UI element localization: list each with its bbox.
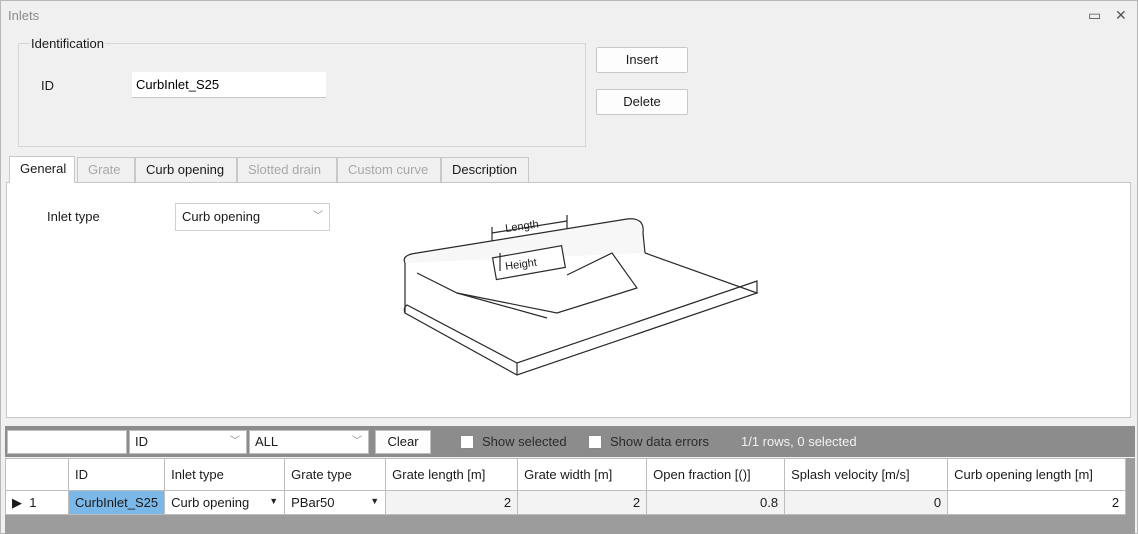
id-label: ID bbox=[41, 78, 54, 93]
delete-button[interactable]: Delete bbox=[596, 89, 688, 115]
table-header-row: ID Inlet type Grate type Grate length [m… bbox=[5, 458, 1127, 491]
tab-slotted-drain[interactable]: Slotted drain bbox=[237, 157, 337, 182]
filter-bar: ID ﹀ ALL ﹀ Clear Show selected Show data… bbox=[5, 426, 1135, 457]
inlets-table: ID Inlet type Grate type Grate length [m… bbox=[5, 458, 1127, 515]
inlet-type-select-value: Curb opening bbox=[182, 209, 261, 224]
tab-description[interactable]: Description bbox=[441, 157, 529, 182]
column-header-grate-width[interactable]: Grate width [m] bbox=[517, 458, 648, 491]
tab-custom-curve[interactable]: Custom curve bbox=[337, 157, 441, 182]
row-count-status: 1/1 rows, 0 selected bbox=[741, 434, 857, 449]
open-fraction-cell[interactable]: 0.8 bbox=[646, 490, 786, 515]
id-cell[interactable]: CurbInlet_S25 bbox=[67, 490, 166, 515]
grate-type-cell[interactable]: PBar50 ▼ bbox=[284, 490, 387, 515]
grate-length-cell[interactable]: 2 bbox=[385, 490, 519, 515]
grate-width-cell[interactable]: 2 bbox=[517, 490, 648, 515]
length-label: Length bbox=[505, 218, 540, 235]
filter-search-input[interactable] bbox=[7, 430, 127, 454]
column-header-inlet-type[interactable]: Inlet type bbox=[164, 458, 286, 491]
tab-grate[interactable]: Grate bbox=[77, 157, 135, 182]
column-header-index bbox=[5, 458, 69, 491]
chevron-down-icon: ﹀ bbox=[313, 211, 323, 222]
row-pointer-icon: ▶ bbox=[12, 494, 22, 510]
curb-opening-length-cell[interactable]: 2 bbox=[947, 490, 1127, 515]
restore-icon[interactable]: ▭ bbox=[1088, 7, 1101, 24]
inlets-window: Inlets ▭ ✕ Identification ID Insert Dele… bbox=[0, 0, 1138, 534]
dropdown-arrow-icon[interactable]: ▼ bbox=[370, 496, 379, 506]
column-header-id[interactable]: ID bbox=[67, 458, 166, 491]
id-input[interactable] bbox=[132, 72, 326, 98]
window-title: Inlets bbox=[8, 8, 40, 23]
tab-curb-opening[interactable]: Curb opening bbox=[135, 157, 237, 182]
inlet-type-cell[interactable]: Curb opening ▼ bbox=[164, 490, 286, 515]
chevron-down-icon: ﹀ bbox=[352, 436, 362, 447]
filter-column-select[interactable]: ID ﹀ bbox=[129, 430, 247, 454]
inlet-type-select[interactable]: Curb opening ﹀ bbox=[175, 203, 330, 231]
close-icon[interactable]: ✕ bbox=[1115, 7, 1127, 24]
tab-general[interactable]: General bbox=[9, 156, 75, 183]
title-bar: Inlets ▭ ✕ bbox=[1, 1, 1137, 29]
column-header-grate-type[interactable]: Grate type bbox=[284, 458, 387, 491]
general-tab-panel: Inlet type Curb opening ﹀ Length Height bbox=[6, 182, 1131, 418]
show-selected-label: Show selected bbox=[482, 434, 567, 449]
inlets-grid: ID Inlet type Grate type Grate length [m… bbox=[5, 458, 1135, 534]
table-row[interactable]: ▶ 1 CurbInlet_S25 Curb opening ▼ PBar50 … bbox=[5, 490, 1127, 515]
insert-button[interactable]: Insert bbox=[596, 47, 688, 73]
chevron-down-icon: ﹀ bbox=[230, 436, 240, 447]
row-index: 1 bbox=[29, 494, 37, 510]
column-header-curb-opening-length[interactable]: Curb opening length [m] bbox=[947, 458, 1127, 491]
show-data-errors-checkbox[interactable] bbox=[588, 435, 602, 449]
filter-scope-value: ALL bbox=[255, 434, 279, 449]
inlet-type-label: Inlet type bbox=[47, 209, 100, 224]
filter-scope-select[interactable]: ALL ﹀ bbox=[249, 430, 369, 454]
curb-inlet-diagram: Length Height bbox=[403, 215, 759, 376]
clear-filter-button[interactable]: Clear bbox=[375, 430, 431, 454]
column-header-grate-length[interactable]: Grate length [m] bbox=[385, 458, 519, 491]
column-header-splash-velocity[interactable]: Splash velocity [m/s] bbox=[784, 458, 949, 491]
column-header-open-fraction[interactable]: Open fraction [()] bbox=[646, 458, 786, 491]
inlet-type-cell-value: Curb opening bbox=[171, 495, 250, 510]
identification-group-label: Identification bbox=[30, 36, 105, 51]
show-data-errors-label: Show data errors bbox=[610, 434, 709, 449]
filter-column-value: ID bbox=[135, 434, 148, 449]
row-index-cell[interactable]: ▶ 1 bbox=[5, 490, 69, 515]
show-selected-checkbox[interactable] bbox=[460, 435, 474, 449]
dropdown-arrow-icon[interactable]: ▼ bbox=[269, 496, 278, 506]
splash-velocity-cell[interactable]: 0 bbox=[784, 490, 949, 515]
grate-type-cell-value: PBar50 bbox=[291, 495, 335, 510]
